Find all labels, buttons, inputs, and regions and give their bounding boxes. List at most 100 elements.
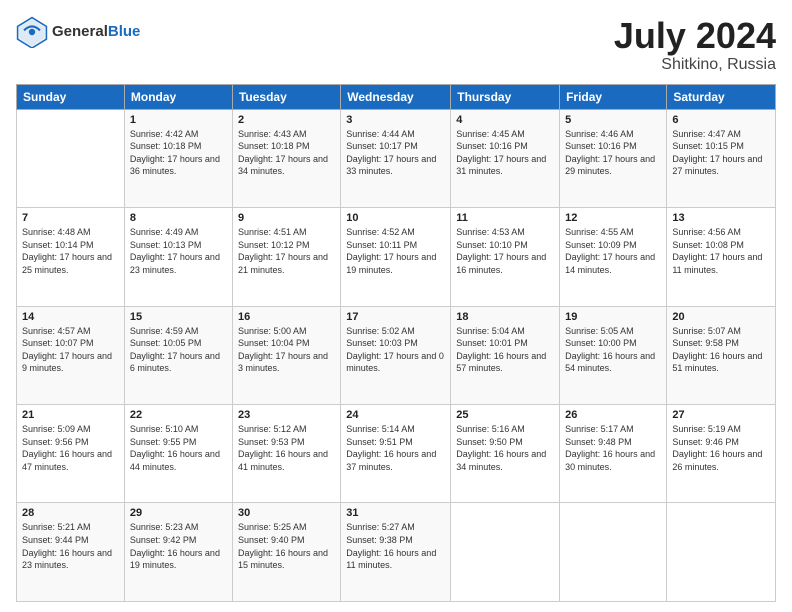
page: GeneralBlue July 2024 Shitkino, Russia S… — [0, 0, 792, 612]
table-row: 31 Sunrise: 5:27 AMSunset: 9:38 PMDayligh… — [341, 503, 451, 602]
day-number: 6 — [672, 114, 770, 126]
day-info: Sunrise: 4:56 AMSunset: 10:08 PMDaylight… — [672, 226, 770, 276]
day-info: Sunrise: 4:51 AMSunset: 10:12 PMDaylight… — [238, 226, 335, 276]
day-number: 4 — [456, 114, 554, 126]
title-month: July 2024 — [614, 16, 776, 56]
table-row — [667, 503, 776, 602]
day-info: Sunrise: 4:43 AMSunset: 10:18 PMDaylight… — [238, 128, 335, 178]
day-info: Sunrise: 4:49 AMSunset: 10:13 PMDaylight… — [130, 226, 227, 276]
day-number: 7 — [22, 212, 119, 224]
day-info: Sunrise: 4:52 AMSunset: 10:11 PMDaylight… — [346, 226, 445, 276]
calendar-week-row: 21Sunrise: 5:09 AMSunset: 9:56 PMDayligh… — [17, 405, 776, 503]
day-number: 28 — [22, 507, 119, 519]
table-row: 8 Sunrise: 4:49 AMSunset: 10:13 PMDayligh… — [124, 208, 232, 306]
table-row: 16Sunrise: 5:00 AMSunset: 10:04 PMDaylig… — [232, 306, 340, 404]
table-row: 19Sunrise: 5:05 AMSunset: 10:00 PMDaylig… — [560, 306, 667, 404]
calendar-header-row: Sunday Monday Tuesday Wednesday Thursday… — [17, 84, 776, 109]
table-row: 11 Sunrise: 4:53 AMSunset: 10:10 PMDaylig… — [451, 208, 560, 306]
col-tuesday: Tuesday — [232, 84, 340, 109]
table-row: 29Sunrise: 5:23 AMSunset: 9:42 PMDayligh… — [124, 503, 232, 602]
table-row — [17, 109, 125, 207]
day-info: Sunrise: 5:27 AMSunset: 9:38 PMDaylight:… — [346, 521, 445, 571]
calendar-week-row: 1 Sunrise: 4:42 AMSunset: 10:18 PMDayligh… — [17, 109, 776, 207]
logo: GeneralBlue — [16, 16, 140, 48]
day-info: Sunrise: 4:45 AMSunset: 10:16 PMDaylight… — [456, 128, 554, 178]
day-info: Sunrise: 5:25 AMSunset: 9:40 PMDaylight:… — [238, 521, 335, 571]
table-row: 7 Sunrise: 4:48 AMSunset: 10:14 PMDayligh… — [17, 208, 125, 306]
table-row: 26 Sunrise: 5:17 AMSunset: 9:48 PMDayligh… — [560, 405, 667, 503]
day-number: 11 — [456, 212, 554, 224]
table-row: 18 Sunrise: 5:04 AMSunset: 10:01 PMDaylig… — [451, 306, 560, 404]
table-row — [451, 503, 560, 602]
day-number: 3 — [346, 114, 445, 126]
logo-icon — [16, 16, 48, 48]
day-info: Sunrise: 5:14 AMSunset: 9:51 PMDaylight:… — [346, 423, 445, 473]
table-row: 9 Sunrise: 4:51 AMSunset: 10:12 PMDayligh… — [232, 208, 340, 306]
day-info: Sunrise: 5:07 AMSunset: 9:58 PMDaylight:… — [672, 325, 770, 375]
calendar-week-row: 7 Sunrise: 4:48 AMSunset: 10:14 PMDayligh… — [17, 208, 776, 306]
header: GeneralBlue July 2024 Shitkino, Russia — [16, 16, 776, 74]
logo-text: GeneralBlue — [52, 24, 140, 41]
day-info: Sunrise: 5:05 AMSunset: 10:00 PMDaylight… — [565, 325, 661, 375]
table-row: 4 Sunrise: 4:45 AMSunset: 10:16 PMDayligh… — [451, 109, 560, 207]
day-number: 24 — [346, 409, 445, 421]
day-info: Sunrise: 5:09 AMSunset: 9:56 PMDaylight:… — [22, 423, 119, 473]
table-row: 17 Sunrise: 5:02 AMSunset: 10:03 PMDaylig… — [341, 306, 451, 404]
col-monday: Monday — [124, 84, 232, 109]
day-number: 30 — [238, 507, 335, 519]
table-row: 14Sunrise: 4:57 AMSunset: 10:07 PMDaylig… — [17, 306, 125, 404]
table-row: 24 Sunrise: 5:14 AMSunset: 9:51 PMDayligh… — [341, 405, 451, 503]
day-number: 22 — [130, 409, 227, 421]
day-info: Sunrise: 5:04 AMSunset: 10:01 PMDaylight… — [456, 325, 554, 375]
table-row: 27 Sunrise: 5:19 AMSunset: 9:46 PMDayligh… — [667, 405, 776, 503]
day-number: 20 — [672, 311, 770, 323]
table-row — [560, 503, 667, 602]
day-number: 8 — [130, 212, 227, 224]
col-saturday: Saturday — [667, 84, 776, 109]
day-info: Sunrise: 4:57 AMSunset: 10:07 PMDaylight… — [22, 325, 119, 375]
table-row: 20 Sunrise: 5:07 AMSunset: 9:58 PMDayligh… — [667, 306, 776, 404]
col-thursday: Thursday — [451, 84, 560, 109]
table-row: 25Sunrise: 5:16 AMSunset: 9:50 PMDayligh… — [451, 405, 560, 503]
day-number: 17 — [346, 311, 445, 323]
title-location: Shitkino, Russia — [614, 56, 776, 74]
table-row: 6 Sunrise: 4:47 AMSunset: 10:15 PMDayligh… — [667, 109, 776, 207]
col-wednesday: Wednesday — [341, 84, 451, 109]
day-info: Sunrise: 5:17 AMSunset: 9:48 PMDaylight:… — [565, 423, 661, 473]
calendar-week-row: 14Sunrise: 4:57 AMSunset: 10:07 PMDaylig… — [17, 306, 776, 404]
table-row: 12 Sunrise: 4:55 AMSunset: 10:09 PMDaylig… — [560, 208, 667, 306]
day-info: Sunrise: 4:55 AMSunset: 10:09 PMDaylight… — [565, 226, 661, 276]
table-row: 3 Sunrise: 4:44 AMSunset: 10:17 PMDayligh… — [341, 109, 451, 207]
day-number: 9 — [238, 212, 335, 224]
day-info: Sunrise: 4:59 AMSunset: 10:05 PMDaylight… — [130, 325, 227, 375]
day-info: Sunrise: 4:48 AMSunset: 10:14 PMDaylight… — [22, 226, 119, 276]
logo-general: General — [52, 23, 108, 40]
table-row: 2 Sunrise: 4:43 AMSunset: 10:18 PMDayligh… — [232, 109, 340, 207]
day-info: Sunrise: 4:44 AMSunset: 10:17 PMDaylight… — [346, 128, 445, 178]
day-info: Sunrise: 5:02 AMSunset: 10:03 PMDaylight… — [346, 325, 445, 375]
day-number: 29 — [130, 507, 227, 519]
calendar-table: Sunday Monday Tuesday Wednesday Thursday… — [16, 84, 776, 602]
day-number: 25 — [456, 409, 554, 421]
day-info: Sunrise: 5:12 AMSunset: 9:53 PMDaylight:… — [238, 423, 335, 473]
day-info: Sunrise: 4:46 AMSunset: 10:16 PMDaylight… — [565, 128, 661, 178]
day-info: Sunrise: 5:21 AMSunset: 9:44 PMDaylight:… — [22, 521, 119, 571]
table-row: 13 Sunrise: 4:56 AMSunset: 10:08 PMDaylig… — [667, 208, 776, 306]
day-number: 26 — [565, 409, 661, 421]
day-info: Sunrise: 5:19 AMSunset: 9:46 PMDaylight:… — [672, 423, 770, 473]
day-number: 27 — [672, 409, 770, 421]
day-info: Sunrise: 4:47 AMSunset: 10:15 PMDaylight… — [672, 128, 770, 178]
title-block: July 2024 Shitkino, Russia — [614, 16, 776, 74]
day-info: Sunrise: 4:53 AMSunset: 10:10 PMDaylight… — [456, 226, 554, 276]
day-number: 12 — [565, 212, 661, 224]
day-info: Sunrise: 5:00 AMSunset: 10:04 PMDaylight… — [238, 325, 335, 375]
day-number: 1 — [130, 114, 227, 126]
table-row: 15Sunrise: 4:59 AMSunset: 10:05 PMDaylig… — [124, 306, 232, 404]
day-number: 13 — [672, 212, 770, 224]
day-info: Sunrise: 4:42 AMSunset: 10:18 PMDaylight… — [130, 128, 227, 178]
table-row: 30 Sunrise: 5:25 AMSunset: 9:40 PMDayligh… — [232, 503, 340, 602]
col-sunday: Sunday — [17, 84, 125, 109]
day-number: 31 — [346, 507, 445, 519]
day-number: 18 — [456, 311, 554, 323]
day-number: 2 — [238, 114, 335, 126]
